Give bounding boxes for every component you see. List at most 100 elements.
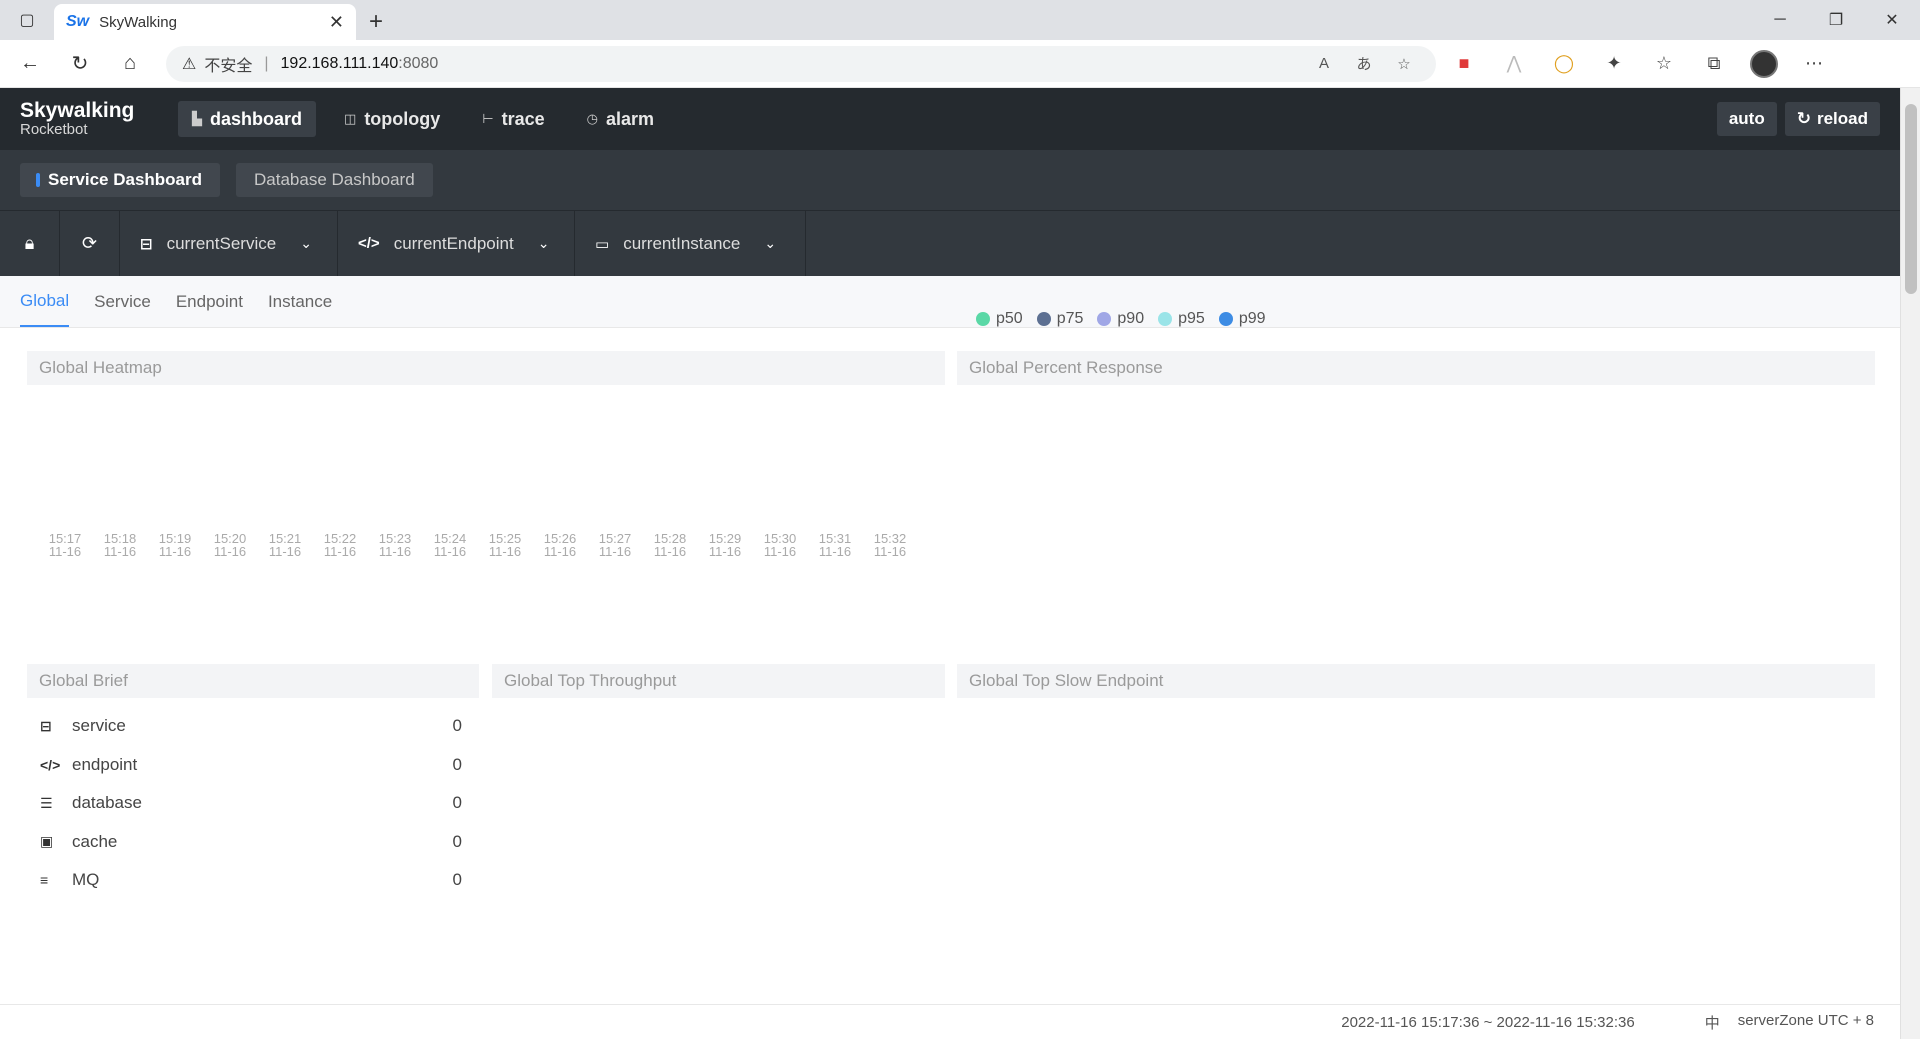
scrollbar-thumb[interactable]: [1905, 104, 1917, 294]
heatmap-x-tick: 15:28 11-16: [653, 531, 687, 559]
heatmap-x-tick: 15:21 11-16: [268, 531, 302, 559]
address-bar: ← ↻ ⌂ ⚠ 不安全 | 192.168.111.140:8080 A あ ☆…: [0, 40, 1920, 88]
reload-label: reload: [1816, 109, 1868, 128]
zone-info: 中 serverZone UTC + 8: [1705, 1012, 1874, 1033]
time-range[interactable]: 2022-11-16 15:17:36 ~ 2022-11-16 15:32:3…: [1341, 1014, 1634, 1031]
trace-icon: ⊢: [482, 111, 494, 126]
refresh-button[interactable]: ↻: [58, 46, 102, 82]
lock-button[interactable]: 🔒︎: [0, 211, 60, 276]
nav-trace[interactable]: ⊢ trace: [468, 101, 558, 137]
tab-endpoint[interactable]: Endpoint: [176, 276, 243, 327]
extensions-icon[interactable]: ✦: [1592, 46, 1636, 82]
extension-red-icon[interactable]: ■: [1442, 46, 1486, 82]
extension-grey-icon[interactable]: ⋀: [1492, 46, 1536, 82]
back-button[interactable]: ←: [8, 46, 52, 82]
warning-icon[interactable]: ⚠: [182, 54, 196, 74]
endpoint-select[interactable]: </> currentEndpoint ⌄: [338, 211, 575, 276]
nav-alarm[interactable]: ◷ alarm: [573, 101, 668, 137]
heatmap-x-tick: 15:20 11-16: [213, 531, 247, 559]
window-controls: ─ ❐ ✕: [1752, 0, 1920, 40]
reload-button[interactable]: ↻ reload: [1784, 102, 1880, 136]
collections-icon[interactable]: ⧉: [1692, 46, 1736, 82]
more-menu-icon[interactable]: ⋯: [1792, 46, 1836, 82]
tab-instance[interactable]: Instance: [268, 276, 332, 327]
tab-service[interactable]: Service: [94, 276, 151, 327]
tab-close-icon[interactable]: ✕: [329, 12, 344, 33]
heatmap-x-tick: 15:25 11-16: [488, 531, 522, 559]
tab-global[interactable]: Global: [20, 276, 70, 327]
lock-icon: 🔒︎: [24, 233, 35, 253]
nav-right-controls: auto ↻ reload: [1716, 102, 1880, 136]
chevron-down-icon: ⌄: [300, 235, 312, 251]
reload-icon: ↻: [1796, 109, 1811, 128]
brief-row-endpoint: </> endpoint 0: [28, 746, 468, 785]
legend-p75[interactable]: p75: [1036, 310, 1084, 328]
dashboard-icon: ▙: [192, 111, 202, 126]
extension-color-icon[interactable]: ◯: [1542, 46, 1586, 82]
restore-icon[interactable]: ❐: [1808, 0, 1864, 40]
brief-row-database: ☰ database 0: [28, 784, 468, 823]
mq-icon: ≡: [40, 872, 49, 889]
url-input[interactable]: ⚠ 不安全 | 192.168.111.140:8080 A あ ☆: [166, 45, 1436, 82]
language-toggle[interactable]: 中: [1705, 1012, 1720, 1033]
tab-service-dashboard[interactable]: Service Dashboard: [20, 163, 221, 197]
refresh-toolbar-button[interactable]: ⟳: [60, 211, 120, 276]
new-tab-button[interactable]: +: [356, 4, 396, 40]
service-icon: ⊟: [40, 717, 52, 734]
page-scrollbar[interactable]: [1900, 88, 1920, 1039]
auto-button[interactable]: auto: [1716, 102, 1777, 136]
legend-label: p75: [1056, 310, 1084, 327]
slow-endpoint-panel-title: Global Top Slow Endpoint: [957, 664, 1875, 698]
window-close-icon[interactable]: ✕: [1864, 0, 1920, 40]
favorites-icon[interactable]: ☆: [1642, 46, 1686, 82]
heatmap-x-tick: 15:22 11-16: [323, 531, 357, 559]
legend-p99[interactable]: p99: [1218, 310, 1266, 328]
nav-dashboard-label: dashboard: [210, 108, 303, 129]
insecure-label[interactable]: 不安全: [204, 52, 252, 76]
browser-tab[interactable]: Sw SkyWalking ✕: [54, 4, 356, 40]
brief-panel-title: Global Brief: [27, 664, 479, 698]
legend-dot: [1158, 312, 1173, 326]
browser-tab-bar: ▢ Sw SkyWalking ✕ + ─ ❐ ✕: [0, 0, 1920, 40]
brief-value: 0: [452, 793, 462, 813]
heatmap-x-tick: 15:26 11-16: [543, 531, 577, 559]
top-nav: Skywalking Rocketbot ▙ dashboard ◫ topol…: [0, 88, 1900, 150]
legend-p90[interactable]: p90: [1097, 310, 1144, 328]
endpoint-icon: </>: [40, 756, 61, 773]
global-brief-list: ⊟ service 0 </> endpoint 0 ☰ database 0 …: [28, 707, 468, 900]
profile-avatar[interactable]: [1750, 49, 1778, 78]
service-select-value: currentService: [166, 233, 277, 253]
chevron-down-icon: ⌄: [764, 235, 777, 251]
heatmap-x-tick: 15:24 11-16: [433, 531, 467, 559]
legend-label: p99: [1238, 310, 1266, 327]
nav-dashboard[interactable]: ▙ dashboard: [178, 101, 317, 137]
tab-actions-icon[interactable]: ▢: [0, 0, 54, 40]
nav-topology-label: topology: [364, 108, 441, 129]
minimize-icon[interactable]: ─: [1752, 0, 1808, 40]
heatmap-x-tick: 15:31 11-16: [818, 531, 852, 559]
read-aloud-icon[interactable]: A: [1308, 55, 1340, 72]
legend-label: p90: [1117, 310, 1145, 327]
heatmap-x-tick: 15:19 11-16: [158, 531, 192, 559]
legend-p50[interactable]: p50: [976, 310, 1023, 328]
url-port: :8080: [398, 54, 439, 72]
service-select[interactable]: ⊟ currentService ⌄: [120, 211, 338, 276]
nav-topology[interactable]: ◫ topology: [330, 101, 454, 137]
legend-p95[interactable]: p95: [1158, 310, 1205, 328]
instance-select[interactable]: ▭ currentInstance ⌄: [575, 211, 806, 276]
translate-icon[interactable]: あ: [1348, 53, 1380, 74]
selector-toolbar: 🔒︎ ⟳ ⊟ currentService ⌄ </> currentEndpo…: [0, 210, 1900, 276]
instance-select-value: currentInstance: [623, 233, 741, 253]
endpoint-icon: </>: [358, 235, 380, 252]
tab-database-dashboard[interactable]: Database Dashboard: [236, 163, 433, 197]
brief-label: service: [72, 716, 126, 736]
heatmap-x-tick: 15:17 11-16: [48, 531, 82, 559]
brief-row-mq: ≡ MQ 0: [28, 861, 468, 900]
nav-alarm-label: alarm: [606, 108, 655, 129]
home-button[interactable]: ⌂: [108, 46, 152, 82]
logo-title: Skywalking: [20, 99, 135, 122]
favorite-add-icon[interactable]: ☆: [1388, 55, 1420, 73]
footer-bar: 2022-11-16 15:17:36 ~ 2022-11-16 15:32:3…: [0, 1004, 1900, 1039]
brief-label: endpoint: [72, 754, 138, 774]
logo[interactable]: Skywalking Rocketbot: [20, 100, 178, 138]
